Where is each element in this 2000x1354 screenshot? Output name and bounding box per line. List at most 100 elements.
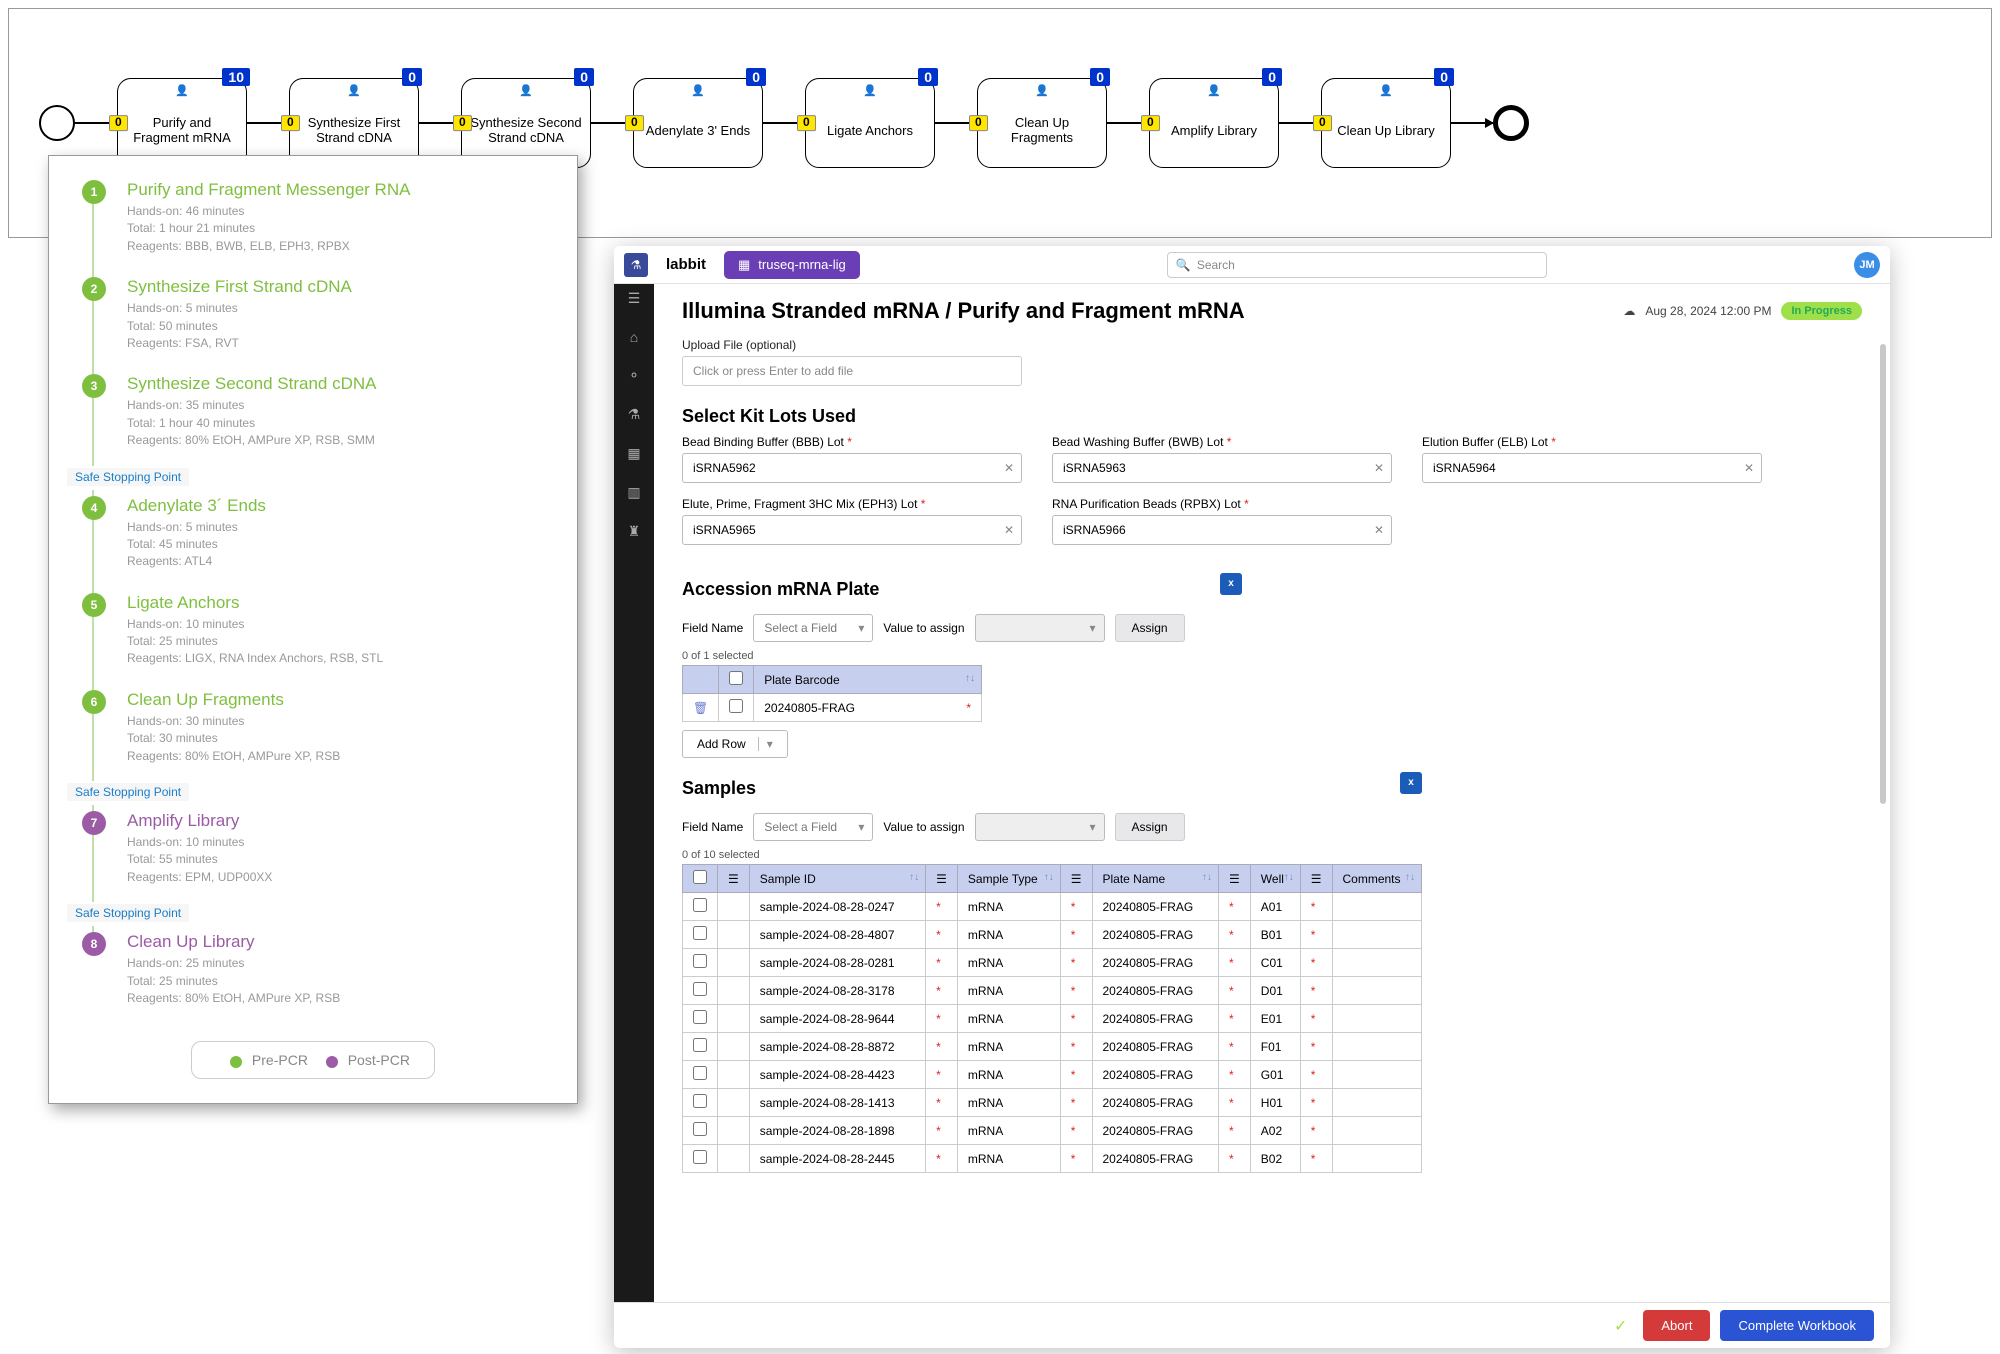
sample-type: mRNA — [957, 949, 1060, 977]
workflow-task[interactable]: 👤Adenylate 3' Ends00 — [633, 78, 763, 168]
step-title: Synthesize First Strand cDNA — [127, 277, 555, 297]
comments[interactable] — [1332, 893, 1422, 921]
plate-name: 20240805-FRAG — [1092, 921, 1219, 949]
grid-nav-icon[interactable]: ▦ — [627, 445, 640, 462]
user-task-icon: 👤 — [691, 85, 705, 98]
pending-count-badge: 0 — [453, 115, 472, 131]
plate-name: 20240805-FRAG — [1092, 1145, 1219, 1173]
home-icon[interactable]: ⌂ — [630, 329, 638, 345]
comments[interactable] — [1332, 1033, 1422, 1061]
comments[interactable] — [1332, 921, 1422, 949]
row-checkbox[interactable] — [693, 1066, 707, 1080]
filter-icon[interactable]: ☰ — [1219, 865, 1251, 893]
sort-icon[interactable]: ↑↓ — [909, 872, 919, 883]
excel-export-icon[interactable]: x — [1400, 772, 1422, 794]
row-checkbox[interactable] — [693, 1010, 707, 1024]
samples-assign-button[interactable]: Assign — [1115, 813, 1185, 841]
workflow-task[interactable]: 👤Clean Up Fragments00 — [977, 78, 1107, 168]
step-total: Total: 25 minutes — [127, 973, 555, 990]
sort-icon[interactable]: ↑↓ — [965, 673, 975, 684]
workflow-task[interactable]: 👤Clean Up Library00 — [1321, 78, 1451, 168]
row-checkbox[interactable] — [693, 1150, 707, 1164]
step-number: 7 — [82, 811, 106, 835]
scrollbar[interactable] — [1880, 344, 1886, 804]
protocol-step: 7 Amplify Library Hands-on: 10 minutes T… — [71, 805, 555, 902]
row-checkbox[interactable] — [693, 954, 707, 968]
clear-icon[interactable]: ✕ — [1004, 523, 1014, 537]
flask-icon[interactable]: ⚗ — [624, 253, 648, 277]
row-checkbox[interactable] — [693, 1094, 707, 1108]
app-logo: labbit — [660, 256, 712, 273]
clear-icon[interactable]: ✕ — [1374, 523, 1384, 537]
row-checkbox[interactable] — [693, 926, 707, 940]
kit-lot-input[interactable] — [682, 515, 1022, 545]
task-label: Amplify Library — [1171, 124, 1257, 139]
assign-button[interactable]: Assign — [1115, 614, 1185, 642]
filter-icon[interactable]: ☰ — [926, 865, 958, 893]
workbook-tab[interactable]: ▦ truseq-mrna-lig — [724, 251, 860, 279]
row-checkbox[interactable] — [693, 898, 707, 912]
sort-icon[interactable]: ↑↓ — [1044, 872, 1054, 883]
filter-icon[interactable]: ☰ — [1060, 865, 1092, 893]
filter-icon[interactable]: ☰ — [1300, 865, 1332, 893]
workflow-task[interactable]: 👤Ligate Anchors00 — [805, 78, 935, 168]
add-row-button[interactable]: Add Row — [682, 730, 788, 758]
pending-count-badge: 0 — [625, 115, 644, 131]
upload-file-input[interactable]: Click or press Enter to add file — [682, 356, 1022, 386]
row-checkbox[interactable] — [693, 982, 707, 996]
step-reagents: Reagents: 80% EtOH, AMPure XP, RSB — [127, 748, 555, 765]
clear-icon[interactable]: ✕ — [1374, 461, 1384, 475]
lab-icon[interactable]: ⚗ — [628, 406, 641, 423]
kit-lot-input[interactable] — [1052, 515, 1392, 545]
excel-export-icon[interactable]: x — [1220, 573, 1242, 595]
comments[interactable] — [1332, 1089, 1422, 1117]
select-all-checkbox[interactable] — [729, 671, 743, 685]
comments[interactable] — [1332, 1117, 1422, 1145]
samples-field-select[interactable]: Select a Field — [753, 813, 873, 841]
step-number: 2 — [82, 277, 106, 301]
step-title: Purify and Fragment Messenger RNA — [127, 180, 555, 200]
comments[interactable] — [1332, 977, 1422, 1005]
sample-id: sample-2024-08-28-0281 — [749, 949, 925, 977]
gear-icon[interactable]: ♜ — [628, 523, 641, 540]
workflow-task[interactable]: 👤Amplify Library00 — [1149, 78, 1279, 168]
kit-lot-input[interactable] — [682, 453, 1022, 483]
workflow-arrow — [1451, 122, 1493, 124]
comments[interactable] — [1332, 1145, 1422, 1173]
plate-name: 20240805-FRAG — [1092, 977, 1219, 1005]
step-total: Total: 45 minutes — [127, 536, 555, 553]
value-to-assign-label: Value to assign — [883, 820, 964, 834]
row-checkbox[interactable] — [693, 1038, 707, 1052]
clear-icon[interactable]: ✕ — [1744, 461, 1754, 475]
field-select[interactable]: Select a Field — [753, 614, 873, 642]
step-hands-on: Hands-on: 46 minutes — [127, 203, 555, 220]
row-checkbox[interactable] — [729, 699, 743, 713]
delete-row-icon[interactable]: 🗑 — [693, 701, 708, 715]
filter-icon[interactable]: ☰ — [718, 865, 750, 893]
menu-icon[interactable]: ☰ — [628, 290, 641, 307]
sort-icon[interactable]: ↑↓ — [1405, 872, 1415, 883]
kit-lot-input[interactable] — [1052, 453, 1392, 483]
sort-icon[interactable]: ↑↓ — [1284, 872, 1294, 883]
select-all-checkbox[interactable] — [693, 870, 707, 884]
kit-lot-input[interactable] — [1422, 453, 1762, 483]
barcode-icon[interactable]: ▥ — [627, 484, 640, 501]
well: F01 — [1250, 1033, 1300, 1061]
comments[interactable] — [1332, 949, 1422, 977]
step-reagents: Reagents: ATL4 — [127, 553, 555, 570]
table-row: sample-2024-08-28-0247* mRNA* 20240805-F… — [683, 893, 1422, 921]
accession-table: Plate Barcode↑↓ 🗑20240805-FRAG * — [682, 665, 982, 722]
table-row: sample-2024-08-28-1898* mRNA* 20240805-F… — [683, 1117, 1422, 1145]
upload-placeholder: Click or press Enter to add file — [693, 364, 853, 378]
user-avatar[interactable]: JM — [1854, 252, 1880, 278]
search-input[interactable]: 🔍 Search — [1167, 252, 1547, 278]
comments[interactable] — [1332, 1061, 1422, 1089]
sort-icon[interactable]: ↑↓ — [1202, 872, 1212, 883]
branch-icon[interactable]: ⚬ — [628, 367, 640, 384]
comments[interactable] — [1332, 1005, 1422, 1033]
step-title: Adenylate 3´ Ends — [127, 496, 555, 516]
row-checkbox[interactable] — [693, 1122, 707, 1136]
complete-workbook-button[interactable]: Complete Workbook — [1720, 1310, 1874, 1341]
clear-icon[interactable]: ✕ — [1004, 461, 1014, 475]
abort-button[interactable]: Abort — [1643, 1310, 1710, 1341]
